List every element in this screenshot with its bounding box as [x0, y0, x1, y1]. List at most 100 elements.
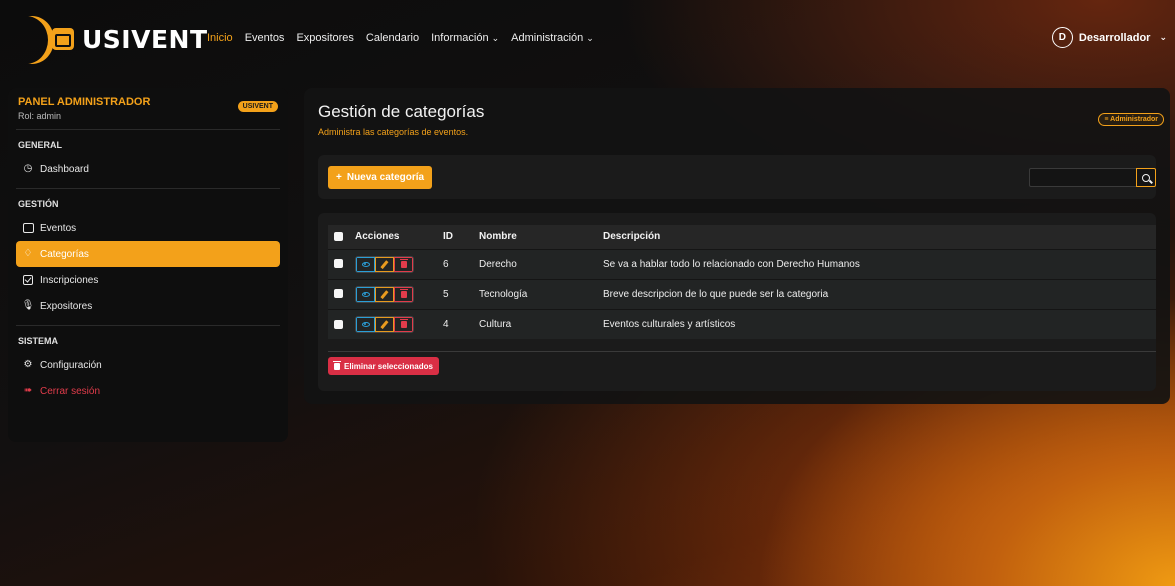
sidebar-role: Rol: admin [18, 111, 62, 121]
nav-link-label: Administración [511, 32, 584, 44]
nav-link-label: Expositores [296, 32, 354, 44]
cell-descripcion: Eventos culturales y artísticos [603, 318, 736, 330]
column-header-nombre: Nombre [479, 231, 517, 243]
gear-icon: ⚙ [23, 359, 33, 370]
row-actions-cell [349, 279, 437, 309]
delete-selected-button[interactable]: Eliminar seleccionados [328, 357, 439, 375]
view-button[interactable] [356, 286, 375, 302]
trash-icon [399, 288, 408, 298]
sidebar-section-general: GENERAL [18, 140, 63, 150]
admin-sidebar: PANEL ADMINISTRADOR Rol: admin USIVENT G… [8, 88, 288, 442]
sidebar-item-label: Categorías [40, 248, 89, 260]
calendar-logo-icon [52, 28, 74, 50]
row-actions [355, 255, 414, 273]
edit-button[interactable] [375, 316, 394, 332]
avatar: D [1051, 27, 1073, 48]
sidebar-item-label: Dashboard [40, 163, 89, 175]
page-title: Gestión de categorías [318, 102, 485, 121]
sidebar-badge: USIVENT [237, 101, 278, 112]
nav-link-inicio[interactable]: Inicio [207, 32, 233, 44]
nav-link-label: Eventos [244, 32, 285, 44]
sidebar-item-label: Cerrar sesión [40, 385, 101, 397]
nav-link-calendario[interactable]: Calendario [366, 32, 419, 44]
trash-icon [399, 318, 408, 328]
sidebar-header: PANEL ADMINISTRADOR Rol: admin USIVENT [16, 96, 280, 130]
sidebar-title: PANEL ADMINISTRADOR [18, 96, 151, 108]
view-button[interactable] [356, 256, 375, 272]
search-button[interactable] [1136, 168, 1156, 187]
column-header-descripcion: Descripción [603, 231, 661, 243]
admin-role-label: Administrador [1110, 116, 1158, 123]
row-select-cell [328, 279, 349, 309]
delete-button[interactable] [394, 316, 413, 332]
page-subtitle: Administra las categorías de eventos. [318, 127, 469, 137]
search-input[interactable] [1029, 168, 1136, 187]
cell-nombre: Cultura [479, 318, 512, 330]
sidebar-item-label: Configuración [40, 359, 102, 371]
row-actions-cell [349, 309, 437, 339]
nav-link-administracion[interactable]: Administración ⌄ [511, 32, 594, 44]
row-select-cell [328, 309, 349, 339]
sidebar-section-gestion: GESTIÓN [18, 199, 59, 209]
row-checkbox[interactable] [334, 289, 343, 299]
eye-icon [361, 321, 370, 327]
nav-link-label: Calendario [365, 32, 420, 44]
sidebar-item-expositores[interactable]: 🎙 Expositores [16, 293, 280, 319]
nav-link-label: Información [431, 32, 489, 44]
sidebar-item-eventos[interactable]: Eventos [16, 215, 280, 241]
new-category-button[interactable]: + Nueva categoría [328, 166, 433, 189]
list-icon: ≡ [1104, 116, 1109, 123]
chevron-down-icon: ⌄ [1159, 32, 1167, 42]
table-row: 5 Tecnología Breve descripcion de lo que… [328, 279, 1156, 309]
sidebar-item-dashboard[interactable]: ◷ Dashboard [16, 156, 280, 182]
sidebar-item-cerrar-sesion[interactable]: ➠ Cerrar sesión [16, 378, 280, 404]
check-square-icon [22, 274, 34, 286]
microphone-icon: 🎙 [21, 300, 35, 311]
logout-icon: ➠ [23, 385, 33, 396]
pencil-icon [380, 319, 389, 329]
nav-link-expositores[interactable]: Expositores [296, 32, 353, 44]
sidebar-item-label: Inscripciones [40, 274, 99, 286]
delete-button[interactable] [394, 286, 413, 302]
cell-descripcion: Breve descripcion de lo que puede ser la… [603, 288, 829, 300]
row-checkbox[interactable] [334, 319, 343, 329]
nav-link-informacion[interactable]: Información ⌄ [431, 32, 499, 44]
row-select-cell [328, 249, 349, 279]
row-actions-cell [349, 249, 437, 279]
edit-button[interactable] [375, 256, 394, 272]
sidebar-item-configuracion[interactable]: ⚙ Configuración [16, 352, 280, 378]
sidebar-item-label: Eventos [40, 222, 77, 234]
sidebar-section-sistema: SISTEMA [18, 336, 59, 346]
user-menu[interactable]: D Desarrollador ⌄ [1051, 27, 1167, 48]
nav-link-label: Inicio [207, 32, 233, 44]
sidebar-divider [16, 188, 280, 189]
column-header-acciones: Acciones [355, 231, 400, 243]
pencil-icon [380, 289, 389, 299]
table-divider [328, 351, 1156, 352]
new-category-label: Nueva categoría [346, 172, 425, 183]
cell-id: 5 [443, 288, 449, 300]
brand-name: USIVENT [82, 25, 208, 54]
brand-logo[interactable]: USIVENT [8, 14, 207, 66]
sidebar-item-inscripciones[interactable]: Inscripciones [16, 267, 280, 293]
categories-table: Acciones ID Nombre Descripción 6 Derecho… [328, 225, 1156, 339]
select-all-checkbox[interactable] [334, 232, 343, 242]
cell-nombre: Tecnología [479, 288, 528, 300]
chevron-down-icon: ⌄ [586, 33, 594, 43]
tag-icon: ♢ [23, 248, 33, 259]
delete-button[interactable] [394, 256, 413, 272]
calendar-icon [22, 222, 34, 234]
sidebar-item-categorias[interactable]: ♢ Categorías [16, 241, 280, 267]
categories-table-card: Acciones ID Nombre Descripción 6 Derecho… [318, 213, 1156, 391]
eye-icon [361, 291, 370, 297]
search-icon [1142, 173, 1150, 182]
table-header-row: Acciones ID Nombre Descripción [328, 225, 1156, 249]
cell-nombre: Derecho [479, 258, 517, 270]
edit-button[interactable] [375, 286, 394, 302]
select-all-header [328, 225, 349, 249]
nav-link-eventos[interactable]: Eventos [245, 32, 285, 44]
view-button[interactable] [356, 316, 375, 332]
row-checkbox[interactable] [334, 259, 343, 269]
nav-links: Inicio Eventos Expositores Calendario In… [207, 32, 594, 44]
top-navbar: USIVENT Inicio Eventos Expositores Calen… [0, 0, 1175, 80]
